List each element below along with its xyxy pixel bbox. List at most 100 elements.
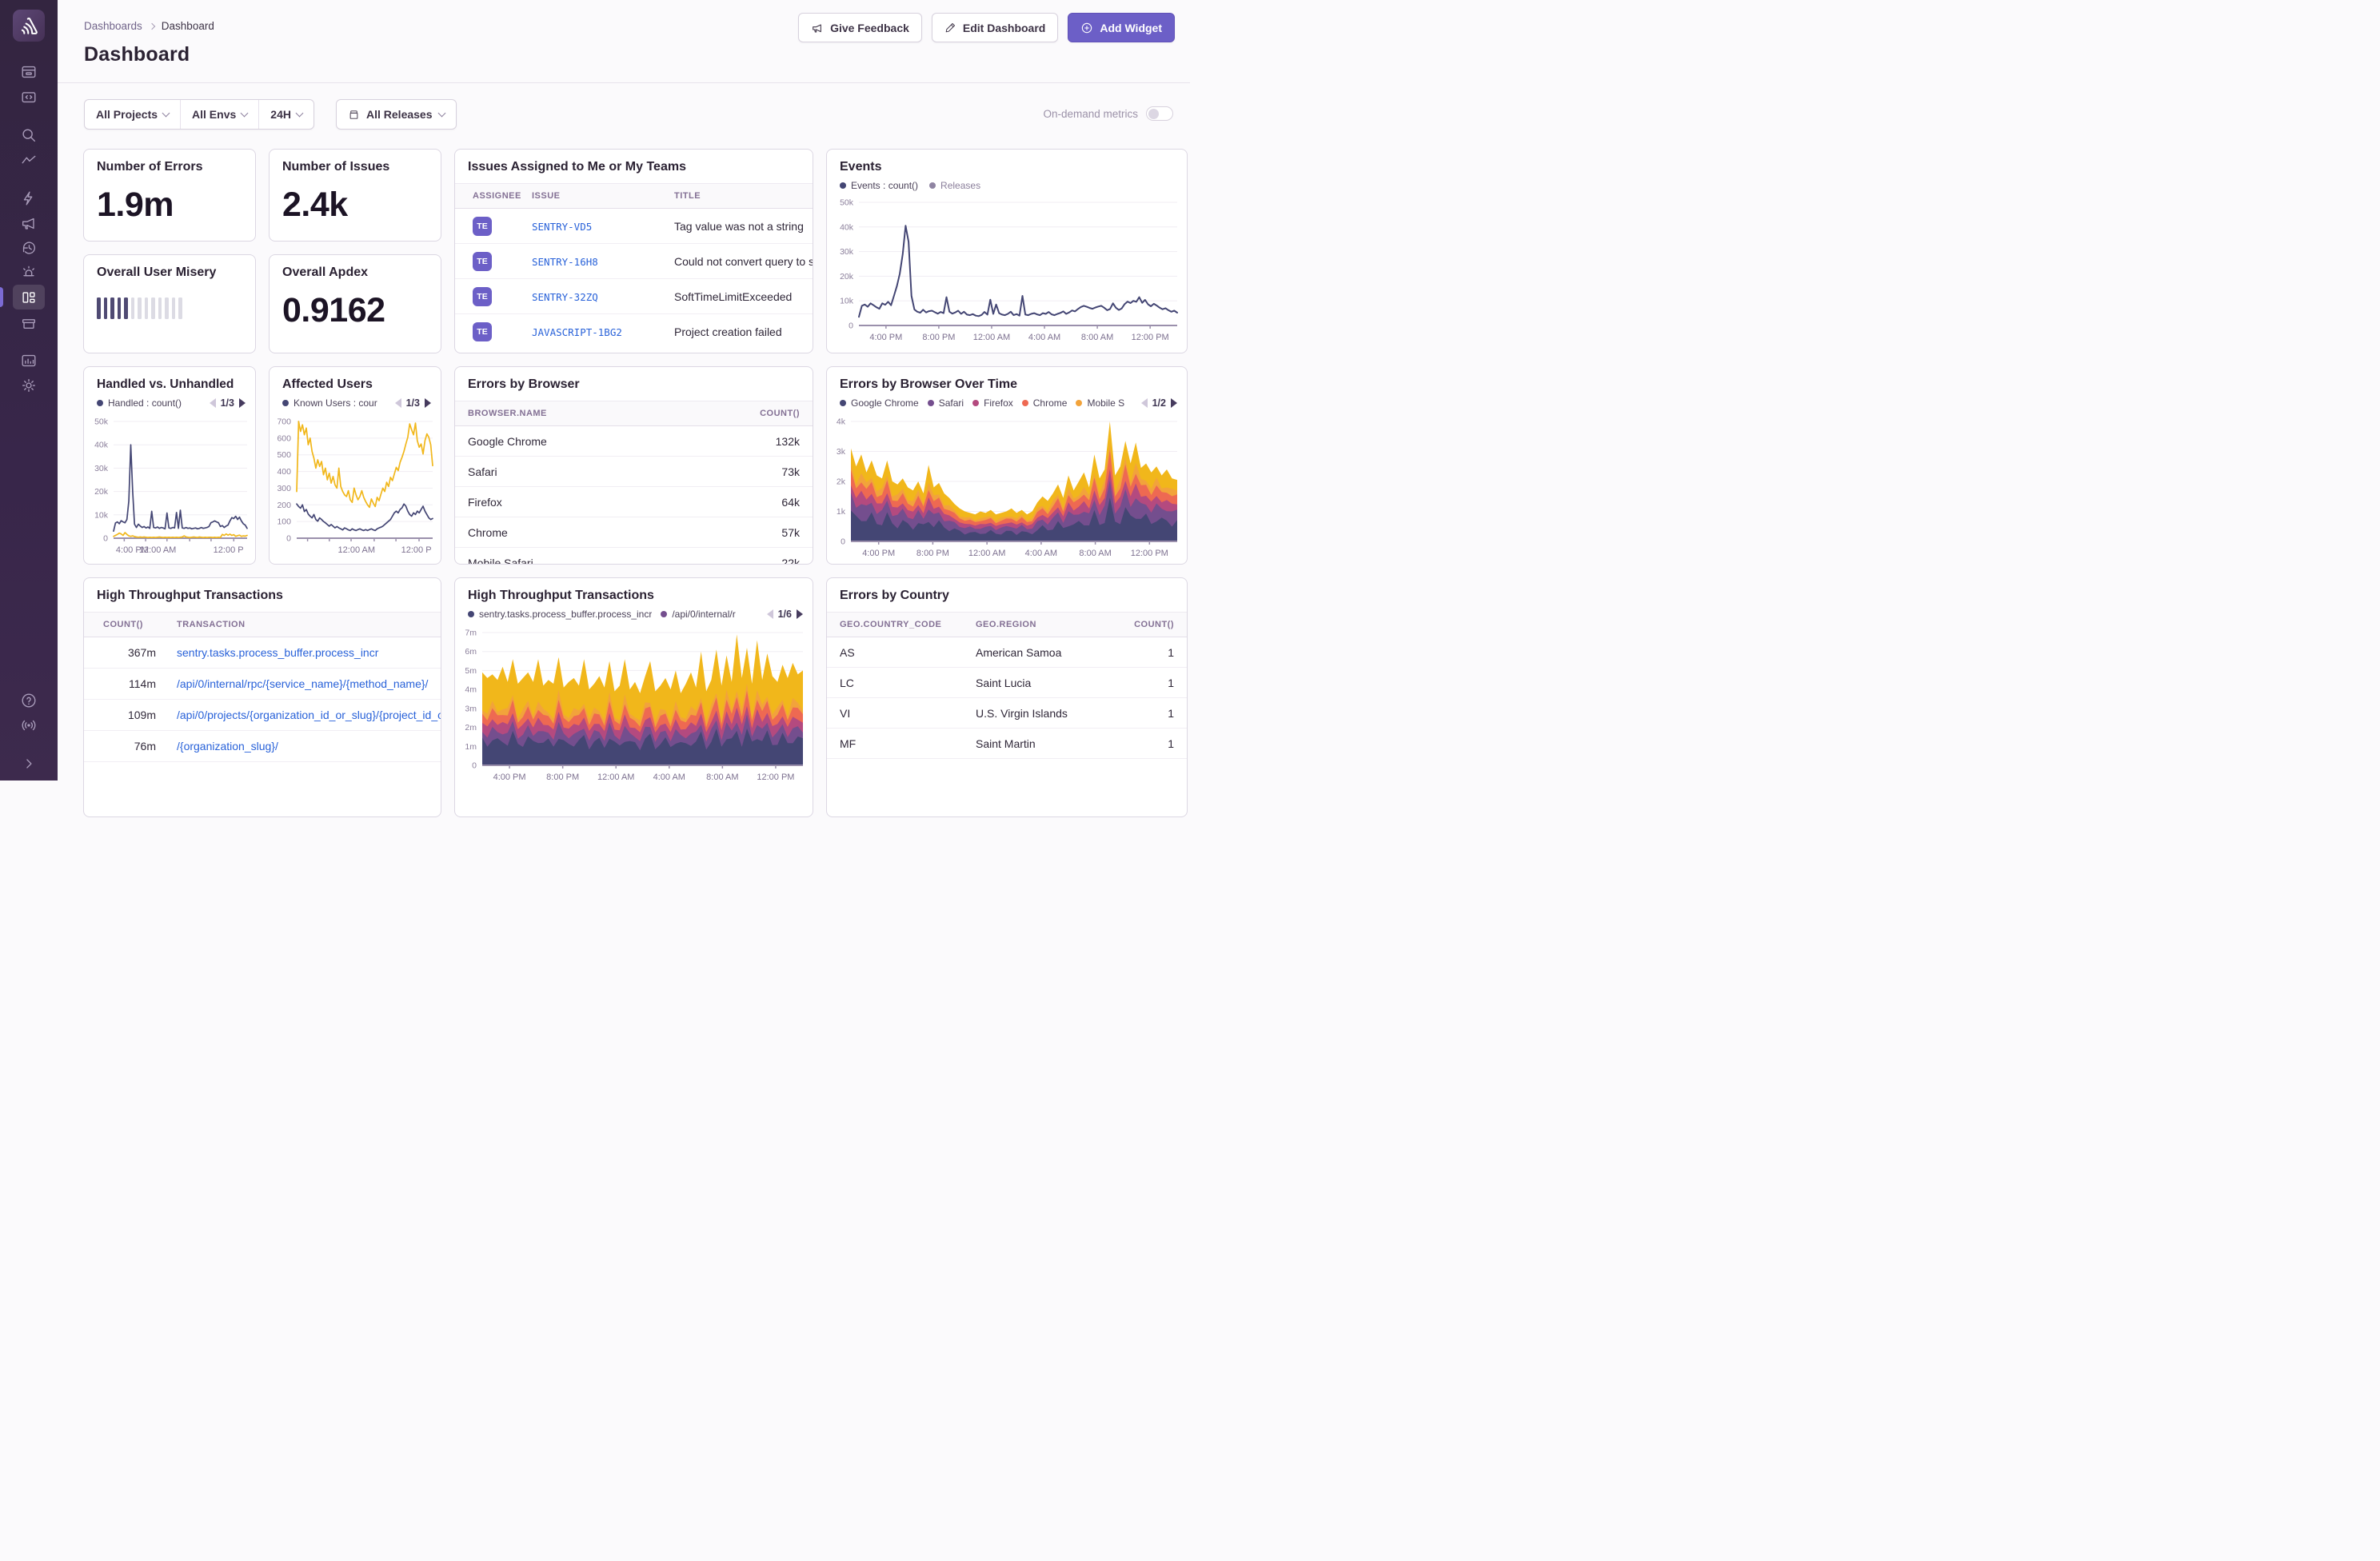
- avatar[interactable]: TE: [473, 252, 492, 271]
- legend-dot: [929, 182, 936, 189]
- sidebar-item-stats[interactable]: [13, 348, 45, 373]
- edit-dashboard-button[interactable]: Edit Dashboard: [932, 13, 1058, 42]
- date-range-filter[interactable]: 24H: [258, 100, 313, 129]
- issue-title: SoftTimeLimitExceeded: [674, 290, 813, 303]
- issue-link[interactable]: JAVASCRIPT-1BG2: [532, 326, 622, 338]
- legend-item[interactable]: Mobile S: [1076, 397, 1124, 409]
- sidebar-item-issues[interactable]: [13, 59, 45, 84]
- table-row: MF Saint Martin 1: [827, 729, 1187, 759]
- issue-link[interactable]: SENTRY-VD5: [532, 221, 592, 233]
- avatar[interactable]: TE: [473, 287, 492, 306]
- prev-page-icon[interactable]: [767, 609, 773, 619]
- table-header: ASSIGNEE ISSUE TITLE: [455, 183, 813, 209]
- svg-text:400: 400: [277, 467, 291, 477]
- next-page-icon[interactable]: [239, 398, 246, 408]
- table-row: 114m /api/0/internal/rpc/{service_name}/…: [84, 669, 441, 700]
- legend-item[interactable]: Releases: [929, 180, 980, 191]
- next-page-icon[interactable]: [1171, 398, 1177, 408]
- sidebar-item-replays[interactable]: [13, 186, 45, 210]
- sidebar-collapse[interactable]: [13, 751, 45, 776]
- user-misery-gauge: [84, 280, 255, 319]
- issue-title: Tag value was not a string: [674, 220, 813, 233]
- svg-text:12:00 P: 12:00 P: [401, 545, 432, 555]
- sidebar-item-help[interactable]: [13, 688, 45, 713]
- sidebar-item-releases[interactable]: [13, 235, 45, 260]
- issue-link[interactable]: SENTRY-32ZQ: [532, 291, 598, 303]
- legend-item[interactable]: Safari: [928, 397, 964, 409]
- chart-legend: Events : count() Releases: [827, 174, 1187, 191]
- releases-filter[interactable]: All Releases: [336, 99, 457, 130]
- add-widget-button[interactable]: Add Widget: [1068, 13, 1175, 42]
- widget-overall-user-misery: Overall User Misery: [83, 254, 256, 353]
- legend-item[interactable]: sentry.tasks.process_buffer.process_incr: [468, 609, 652, 620]
- svg-text:50k: 50k: [840, 198, 854, 208]
- siren-icon: [20, 264, 38, 281]
- plus-circle-icon: [1080, 22, 1093, 34]
- legend-item[interactable]: /api/0/internal/r: [661, 609, 735, 620]
- svg-text:30k: 30k: [840, 247, 854, 257]
- breadcrumb-dashboards[interactable]: Dashboards: [84, 20, 142, 32]
- legend-dot: [1076, 400, 1082, 406]
- table-row: TE SENTRY-32ZQ SoftTimeLimitExceeded: [455, 279, 813, 314]
- avatar[interactable]: TE: [473, 217, 492, 236]
- page-header: Dashboards Dashboard Dashboard Give Feed…: [58, 0, 1190, 83]
- svg-text:4:00 AM: 4:00 AM: [653, 773, 685, 782]
- next-page-icon[interactable]: [797, 609, 803, 619]
- issue-link[interactable]: SENTRY-16H8: [532, 256, 598, 268]
- avatar[interactable]: TE: [473, 322, 492, 341]
- next-page-icon[interactable]: [425, 398, 431, 408]
- sidebar-item-settings[interactable]: [13, 373, 45, 397]
- legend-item[interactable]: Events : count(): [840, 180, 918, 191]
- history-icon: [20, 239, 38, 257]
- table-row: Safari 73k: [455, 457, 813, 487]
- svg-text:4k: 4k: [837, 417, 846, 427]
- sidebar-item-whats-new[interactable]: [13, 713, 45, 737]
- legend-item[interactable]: Known Users : cour: [282, 397, 377, 409]
- project-filter[interactable]: All Projects: [85, 100, 180, 129]
- sidebar-item-dashboards[interactable]: [13, 285, 45, 309]
- svg-text:4:00 AM: 4:00 AM: [1025, 549, 1057, 558]
- stats-icon: [20, 352, 38, 369]
- sidebar-item-stories[interactable]: [13, 309, 45, 334]
- dashboards-icon: [20, 289, 38, 306]
- sidebar-item-feedback[interactable]: [13, 210, 45, 235]
- table-row: LC Saint Lucia 1: [827, 668, 1187, 698]
- sidebar-item-search[interactable]: [13, 122, 45, 147]
- environment-filter[interactable]: All Envs: [180, 100, 258, 129]
- svg-text:1m: 1m: [465, 742, 477, 752]
- svg-text:2m: 2m: [465, 723, 477, 733]
- legend-item[interactable]: Google Chrome: [840, 397, 919, 409]
- transaction-link[interactable]: /api/0/internal/rpc/{service_name}/{meth…: [177, 677, 428, 690]
- legend-dot: [661, 611, 667, 617]
- active-indicator: [0, 287, 3, 307]
- on-demand-toggle[interactable]: [1146, 106, 1173, 121]
- svg-text:10k: 10k: [840, 297, 854, 306]
- filter-bar: All Projects All Envs 24H All Releases O…: [84, 99, 1175, 130]
- transaction-link[interactable]: /{organization_slug}/: [177, 740, 278, 753]
- transaction-link[interactable]: sentry.tasks.process_buffer.process_incr: [177, 646, 378, 659]
- svg-text:7m: 7m: [465, 629, 477, 638]
- chevron-down-icon: [296, 110, 304, 118]
- prev-page-icon[interactable]: [1141, 398, 1148, 408]
- widget-high-throughput-chart: High Throughput Transactions sentry.task…: [454, 577, 813, 817]
- legend-item[interactable]: Firefox: [972, 397, 1013, 409]
- legend-item[interactable]: Handled : count(): [97, 397, 182, 409]
- sidebar-item-performance[interactable]: [13, 147, 45, 172]
- svg-text:3k: 3k: [837, 447, 846, 457]
- breadcrumb-chevron-icon: [149, 23, 155, 30]
- svg-text:4m: 4m: [465, 685, 477, 695]
- svg-text:12:00 PM: 12:00 PM: [1131, 549, 1168, 558]
- give-feedback-button[interactable]: Give Feedback: [798, 13, 922, 42]
- search-icon: [20, 126, 38, 144]
- chevron-right-icon: [21, 756, 37, 772]
- misery-bar: [151, 297, 155, 319]
- sidebar-item-projects[interactable]: [13, 84, 45, 109]
- table-row: Google Chrome 132k: [455, 426, 813, 457]
- sidebar-item-alerts[interactable]: [13, 260, 45, 285]
- prev-page-icon[interactable]: [210, 398, 216, 408]
- transaction-link[interactable]: /api/0/projects/{organization_id_or_slug…: [177, 709, 441, 721]
- prev-page-icon[interactable]: [395, 398, 401, 408]
- sentry-logo[interactable]: [13, 10, 45, 42]
- legend-item[interactable]: Chrome: [1022, 397, 1068, 409]
- svg-text:12:00 AM: 12:00 AM: [338, 545, 375, 555]
